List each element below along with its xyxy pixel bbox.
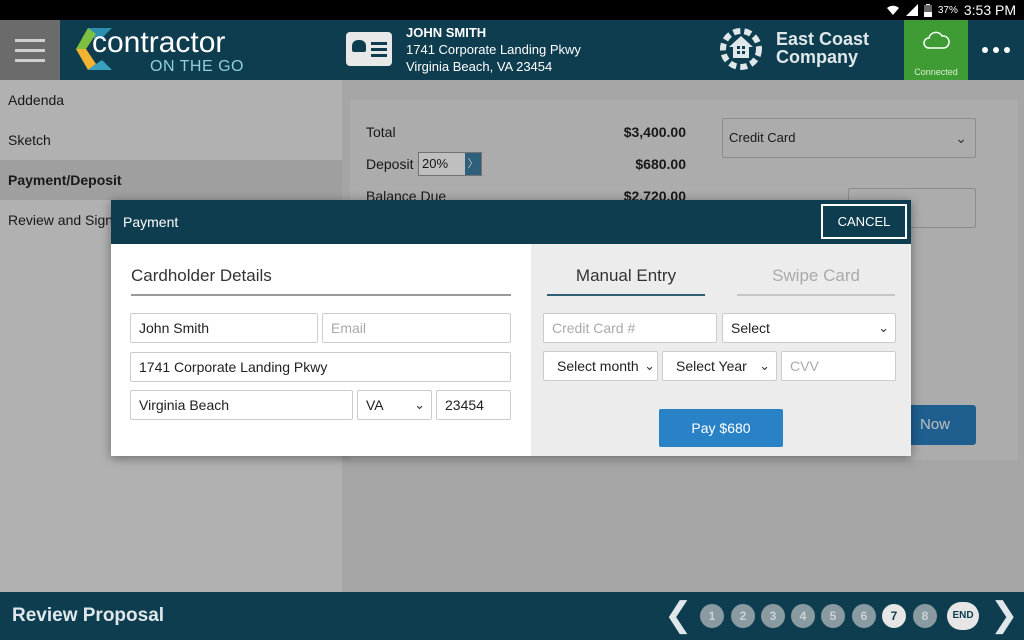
battery-icon: [923, 3, 932, 17]
chevron-down-icon: ⌄: [414, 397, 425, 412]
menu-button[interactable]: [0, 20, 60, 80]
step-4[interactable]: 4: [791, 604, 815, 628]
expiry-month-value: Select month: [557, 358, 639, 374]
cardholder-details-pane: Cardholder Details John Smith Email 1741…: [111, 244, 531, 456]
battery-percent: 37%: [937, 4, 958, 16]
customer-info: JOHN SMITH 1741 Corporate Landing Pkwy V…: [406, 24, 626, 75]
signal-icon: [905, 4, 918, 16]
customer-address-line2: Virginia Beach, VA 23454: [406, 59, 553, 74]
status-bar: 37% 3:53 PM: [0, 0, 1024, 20]
company-name: East Coast Company: [776, 30, 896, 66]
tab-manual-entry[interactable]: Manual Entry: [547, 266, 705, 286]
connection-status[interactable]: Connected: [904, 20, 968, 80]
state-select[interactable]: VA ⌄: [357, 390, 432, 420]
state-value: VA: [366, 397, 384, 413]
cardholder-section-title: Cardholder Details: [131, 266, 272, 285]
hamburger-icon-bar: [15, 58, 45, 62]
logo-wordmark: contractor: [92, 26, 226, 59]
chevron-down-icon: ⌄: [878, 320, 889, 335]
step-2[interactable]: 2: [731, 604, 755, 628]
more-options-button[interactable]: [976, 40, 1016, 60]
step-6[interactable]: 6: [852, 604, 876, 628]
company-name-line1: East Coast: [776, 29, 870, 49]
card-details-pane: Manual Entry Swipe Card Credit Card # Se…: [531, 244, 911, 456]
pay-button[interactable]: Pay $680: [659, 409, 783, 447]
chevron-down-icon: ⌄: [644, 358, 655, 373]
section-divider: [131, 294, 511, 296]
city-field[interactable]: Virginia Beach: [130, 390, 353, 420]
cloud-icon: [923, 31, 950, 49]
step-7-current[interactable]: 7: [882, 604, 906, 628]
chevron-right-icon[interactable]: ❯: [990, 598, 1019, 632]
status-indicators: 37% 3:53 PM: [886, 2, 1016, 18]
hamburger-icon-bar: [15, 48, 45, 52]
tab-swipe-card[interactable]: Swipe Card: [737, 266, 895, 286]
step-8[interactable]: 8: [913, 604, 937, 628]
more-dots-icon: [982, 47, 988, 53]
more-dot: [993, 47, 999, 53]
expiry-year-select[interactable]: Select Year ⌄: [662, 351, 777, 381]
card-type-value: Select: [731, 320, 770, 336]
customer-name: JOHN SMITH: [406, 25, 487, 40]
customer-address-line1: 1741 Corporate Landing Pkwy: [406, 42, 581, 57]
cvv-field[interactable]: CVV: [781, 351, 896, 381]
step-3[interactable]: 3: [761, 604, 785, 628]
address-field[interactable]: 1741 Corporate Landing Pkwy: [130, 352, 511, 382]
app-logo: contractor ON THE GO: [74, 24, 264, 76]
credit-card-number-field[interactable]: Credit Card #: [543, 313, 717, 343]
tab-manual-underline: [547, 294, 705, 296]
contact-card-icon: [346, 32, 392, 66]
zip-field[interactable]: 23454: [436, 390, 511, 420]
step-1[interactable]: 1: [700, 604, 724, 628]
expiry-year-value: Select Year: [676, 358, 747, 374]
email-field[interactable]: Email: [322, 313, 511, 343]
expiry-month-select[interactable]: Select month ⌄: [543, 351, 658, 381]
step-end[interactable]: END: [947, 602, 979, 630]
app-header: contractor ON THE GO JOHN SMITH 1741 Cor…: [0, 20, 1024, 80]
more-dot: [1004, 47, 1010, 53]
company-name-line2: Company: [776, 47, 859, 67]
logo-tagline: ON THE GO: [150, 58, 244, 75]
wifi-icon: [886, 5, 899, 15]
cardholder-name-field[interactable]: John Smith: [130, 313, 318, 343]
house-gear-icon: [720, 28, 762, 70]
step-5[interactable]: 5: [821, 604, 845, 628]
connection-label: Connected: [914, 67, 958, 77]
footer-bar: Review Proposal ❮ 1 2 3 4 5 6 7 8 END ❯: [0, 592, 1024, 640]
hamburger-icon: [15, 38, 45, 42]
payment-modal: Payment CANCEL Cardholder Details John S…: [111, 200, 911, 456]
card-type-select[interactable]: Select ⌄: [722, 313, 896, 343]
chevron-left-icon[interactable]: ❮: [664, 598, 693, 632]
modal-header: Payment CANCEL: [111, 200, 911, 244]
cancel-button[interactable]: CANCEL: [821, 204, 907, 239]
modal-title: Payment: [123, 214, 179, 230]
chevron-down-icon: ⌄: [759, 358, 770, 373]
footer-title: Review Proposal: [12, 605, 165, 626]
clock: 3:53 PM: [963, 2, 1016, 18]
tab-swipe-underline: [737, 294, 895, 296]
